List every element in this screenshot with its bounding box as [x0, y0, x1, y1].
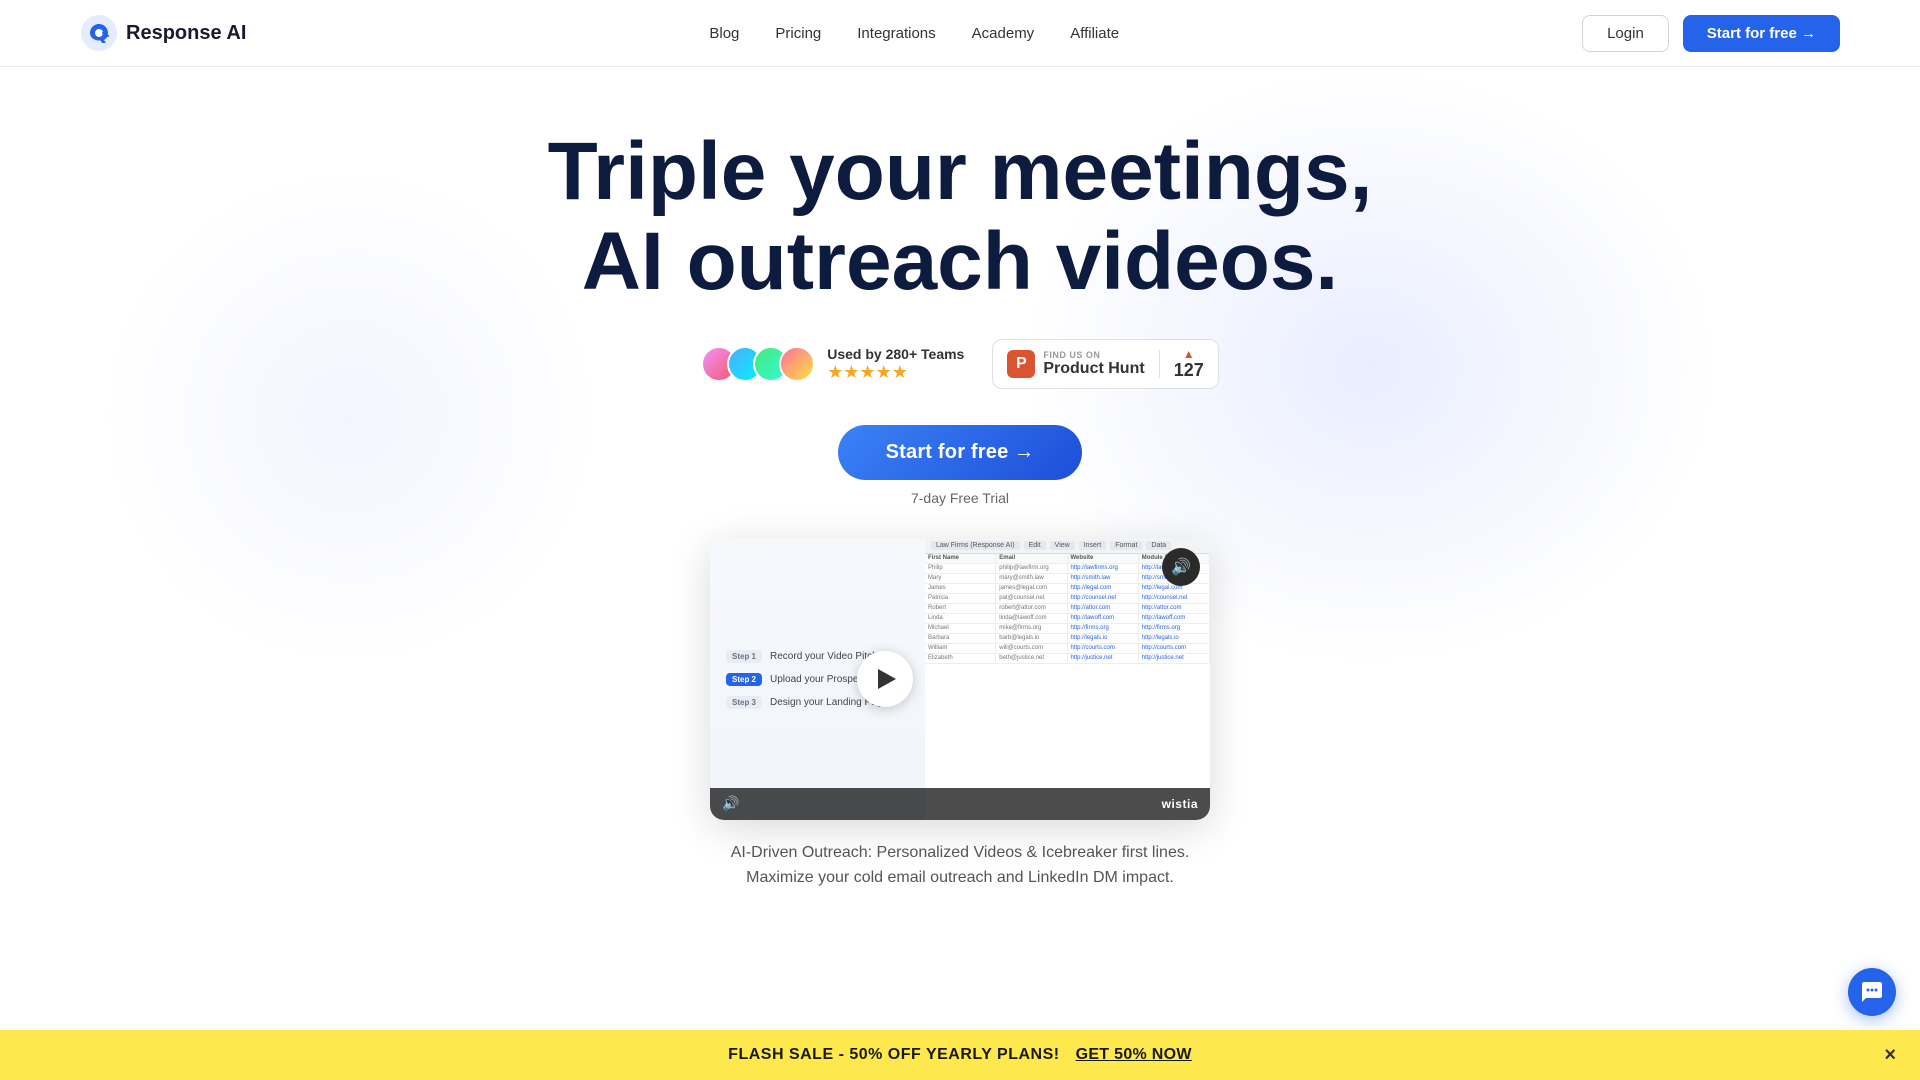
chat-icon — [1860, 980, 1884, 1004]
hero-title-line2: AI outreach videos. — [582, 216, 1338, 307]
table-row: Patricia pat@counsel.net http://counsel.… — [925, 594, 1210, 604]
table-row: Michael mike@firms.org http://firms.org … — [925, 624, 1210, 634]
wistia-logo: wistia — [1162, 797, 1198, 811]
step-1-text: Record your Video Pitch — [770, 651, 878, 662]
nav-academy[interactable]: Academy — [972, 25, 1035, 42]
table-row: William will@courts.com http://courts.co… — [925, 644, 1210, 654]
hero-start-button[interactable]: Start for free → — [838, 425, 1083, 480]
subtitle-line2: Maximize your cold email outreach and Li… — [731, 865, 1190, 891]
spreadsheet-tab2: Edit — [1024, 541, 1046, 550]
login-button[interactable]: Login — [1582, 15, 1669, 52]
producthunt-badge[interactable]: P FIND US ON Product Hunt ▲ 127 — [992, 339, 1218, 389]
flash-close-button[interactable]: × — [1884, 1044, 1896, 1067]
play-icon — [878, 669, 896, 689]
navbar: Response AI Blog Pricing Integrations Ac… — [0, 0, 1920, 67]
trial-text: 7-day Free Trial — [911, 490, 1009, 506]
flash-banner: FLASH SALE - 50% OFF YEARLY PLANS! GET 5… — [0, 1030, 1920, 1080]
hero-cta: Start for free → 7-day Free Trial — [838, 425, 1083, 506]
ph-text: FIND US ON Product Hunt — [1043, 350, 1144, 378]
flash-cta-link[interactable]: GET 50% NOW — [1076, 1046, 1192, 1064]
nav-blog[interactable]: Blog — [709, 25, 739, 42]
step-2-badge: Step 2 — [726, 673, 762, 686]
teams-label: Used by 280+ Teams — [827, 346, 964, 362]
ph-count-area: ▲ 127 — [1160, 344, 1218, 386]
chat-bubble-button[interactable] — [1848, 968, 1896, 1016]
avatar-group — [701, 346, 815, 382]
step-1-badge: Step 1 — [726, 650, 762, 663]
teams-text: Used by 280+ Teams ★★★★★ — [827, 346, 964, 383]
nav-integrations[interactable]: Integrations — [857, 25, 935, 42]
start-button[interactable]: Start for free → — [1683, 15, 1840, 52]
table-row: Elizabeth beth@justice.net http://justic… — [925, 654, 1210, 664]
table-row: Linda linda@lawoff.com http://lawoff.com… — [925, 614, 1210, 624]
table-row: Barbara barb@legals.io http://legals.io … — [925, 634, 1210, 644]
ph-find-text: FIND US ON — [1043, 350, 1144, 360]
nav-affiliate[interactable]: Affiliate — [1070, 25, 1119, 42]
avatar — [779, 346, 815, 382]
bar-sound-icon[interactable]: 🔊 — [722, 795, 739, 812]
spreadsheet-tab5: Format — [1110, 541, 1142, 550]
nav-actions: Login Start for free → — [1582, 15, 1840, 52]
logo[interactable]: Response AI — [80, 14, 246, 52]
table-row: Robert robert@attor.com http://attor.com… — [925, 604, 1210, 614]
ph-left: P FIND US ON Product Hunt — [993, 350, 1159, 378]
hero-subtitle: AI-Driven Outreach: Personalized Videos … — [731, 840, 1190, 891]
spreadsheet-tab6: Data — [1146, 541, 1171, 550]
ph-vote-count: 127 — [1174, 360, 1204, 382]
play-button[interactable] — [857, 651, 913, 707]
hero-section: Triple your meetings, AI outreach videos… — [0, 67, 1920, 931]
flash-sale-text: FLASH SALE - 50% OFF YEARLY PLANS! — [728, 1046, 1059, 1064]
video-inner: 🔊 Step 1 Record your Video Pitch Step 2 … — [710, 538, 1210, 819]
video-bar: 🔊 wistia — [710, 788, 1210, 820]
col-header-3: Website — [1068, 554, 1139, 563]
hero-badges: Used by 280+ Teams ★★★★★ P FIND US ON Pr… — [701, 339, 1218, 389]
hero-title-line1: Triple your meetings, — [548, 126, 1373, 217]
teams-badge: Used by 280+ Teams ★★★★★ — [701, 346, 964, 383]
nav-pricing[interactable]: Pricing — [775, 25, 821, 42]
ph-arrow-icon: ▲ — [1183, 348, 1195, 360]
star-rating: ★★★★★ — [827, 362, 964, 383]
spreadsheet-tab4: Insert — [1079, 541, 1107, 550]
brand-name: Response AI — [126, 22, 246, 45]
spreadsheet-tab: Law Firms (Response AI) — [931, 541, 1020, 550]
ph-logo-icon: P — [1007, 350, 1035, 378]
ph-name: Product Hunt — [1043, 360, 1144, 378]
table-row: James james@legal.com http://legal.com h… — [925, 584, 1210, 594]
col-header-1: First Name — [925, 554, 996, 563]
hero-title: Triple your meetings, AI outreach videos… — [548, 127, 1373, 307]
logo-icon — [80, 14, 118, 52]
spreadsheet-tab3: View — [1050, 541, 1075, 550]
step-3-badge: Step 3 — [726, 696, 762, 709]
nav-links: Blog Pricing Integrations Academy Affili… — [709, 25, 1119, 42]
col-header-2: Email — [996, 554, 1067, 563]
subtitle-line1: AI-Driven Outreach: Personalized Videos … — [731, 840, 1190, 866]
video-container: 🔊 Step 1 Record your Video Pitch Step 2 … — [710, 538, 1210, 819]
